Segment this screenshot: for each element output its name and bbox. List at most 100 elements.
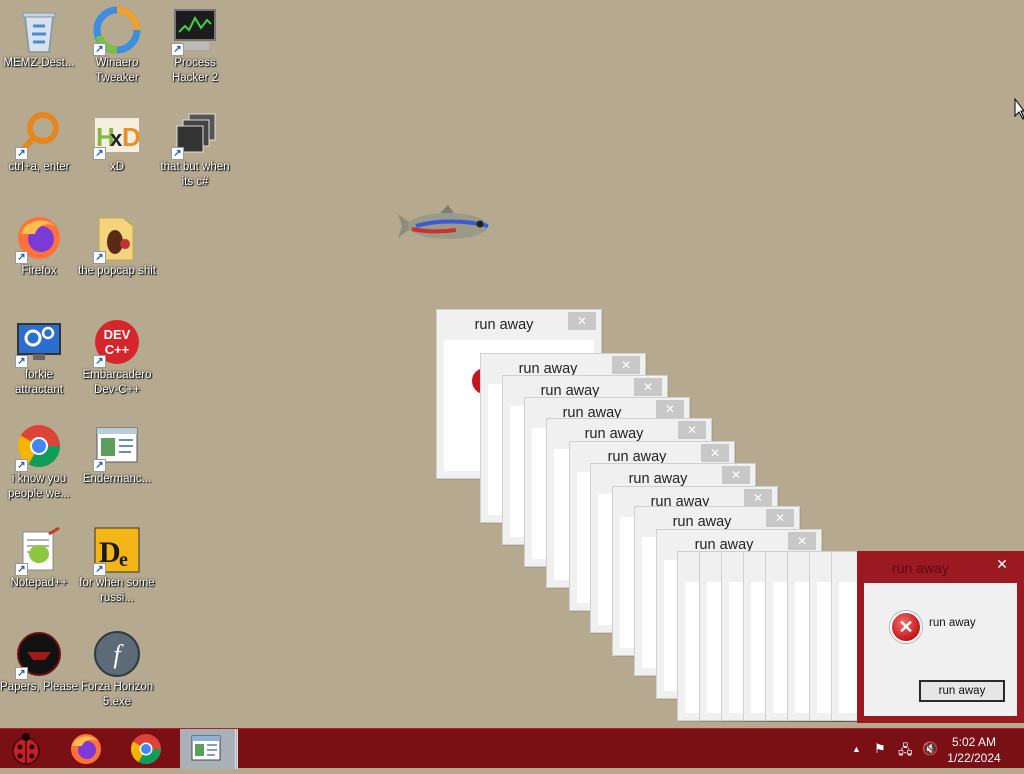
svg-text:D: D: [122, 122, 141, 152]
clock-date: 1/22/2024: [947, 751, 1001, 765]
monitor-gear-icon: ↗: [15, 318, 63, 368]
desktop-icon-process-hacker[interactable]: ↗ Process Hacker 2: [156, 0, 234, 86]
hxd-icon: H x D ↗: [93, 110, 141, 160]
close-icon[interactable]: ✕: [788, 532, 816, 550]
run-away-dialog-active[interactable]: run away ✕ ✕ run away run away: [857, 551, 1024, 723]
dialog-title: run away: [584, 426, 644, 442]
desktop-icon-forza-horizon[interactable]: f Forza Horizon 5.exe: [78, 624, 156, 710]
close-icon[interactable]: ✕: [568, 312, 596, 330]
neon-tetra-fish: [396, 204, 496, 248]
close-icon[interactable]: ✕: [987, 554, 1017, 574]
desktop-icon-notepad-plus-plus[interactable]: ↗ Notepad++: [0, 520, 78, 591]
magnifier-icon: ↗: [15, 110, 63, 160]
desktop-icon-popcap[interactable]: ↗ the popcap shit: [78, 208, 156, 279]
desktop[interactable]: MEMZ-Dest... ↗ ctrl+a, enter ↗ Firefox ↗…: [0, 0, 1024, 728]
desktop-icon-endermanch[interactable]: ↗ Endermanc...: [78, 416, 156, 487]
desktop-icon-xd[interactable]: H x D ↗ xD: [78, 104, 156, 175]
desktop-icon-label: xD: [109, 161, 125, 173]
taskbar-chrome[interactable]: [120, 729, 172, 769]
taskbar: ▲ ⚑ 🖧 🔇 5:02 AM 1/22/2024: [0, 728, 1024, 769]
desktop-icon-winaero-tweaker[interactable]: ↗ Winaero Tweaker: [78, 0, 156, 86]
clock-time: 5:02 AM: [951, 735, 997, 749]
error-icon: ✕: [890, 611, 922, 643]
winaero-tweaker-icon: ↗: [93, 6, 141, 56]
shortcut-arrow-icon: ↗: [15, 355, 28, 368]
chrome-icon: ↗: [15, 422, 63, 472]
close-icon[interactable]: ✕: [744, 489, 772, 507]
desktop-icon-label: Embarcadero Dev-C++: [82, 369, 152, 396]
desktop-icon-label: forkie attractant: [15, 369, 63, 396]
desktop-icon-label: i know you people we...: [7, 473, 70, 500]
desktop-icon-label: for when some russi...: [79, 577, 155, 604]
close-icon[interactable]: ✕: [678, 421, 706, 439]
dialog-message: run away: [929, 617, 976, 629]
shortcut-arrow-icon: ↗: [93, 251, 106, 264]
close-icon[interactable]: ✕: [612, 356, 640, 374]
taskbar-clock[interactable]: 5:02 AM 1/22/2024: [934, 734, 1014, 766]
show-hidden-icons-chevron[interactable]: ▲: [852, 744, 861, 754]
shortcut-arrow-icon: ↗: [171, 43, 184, 56]
mouse-cursor-icon: [1014, 97, 1024, 120]
desktop-icon-forkie-attractant[interactable]: ↗ forkie attractant: [0, 312, 78, 398]
shortcut-arrow-icon: ↗: [93, 355, 106, 368]
close-icon[interactable]: ✕: [766, 509, 794, 527]
action-center-flag-icon[interactable]: ⚑: [874, 741, 886, 757]
close-icon[interactable]: ✕: [722, 466, 750, 484]
shortcut-arrow-icon: ↗: [15, 251, 28, 264]
shortcut-arrow-icon: ↗: [93, 43, 106, 56]
dialog-title: run away: [892, 560, 949, 576]
desktop-icon-label: Endermanc...: [82, 473, 152, 485]
flash-player-icon: f: [93, 630, 141, 678]
desktop-icon-label: Forza Horizon 5.exe: [80, 681, 154, 708]
desktop-icon-papers-please[interactable]: ↗ Papers, Please: [0, 624, 78, 695]
dialog-title: run away: [672, 514, 732, 530]
firefox-icon: ↗: [15, 214, 63, 264]
close-icon[interactable]: ✕: [634, 378, 662, 396]
shortcut-arrow-icon: ↗: [15, 459, 28, 472]
window-app-icon: [191, 735, 221, 761]
desktop-icon-dev-cpp[interactable]: DEV C++ ↗ Embarcadero Dev-C++: [78, 312, 156, 398]
desktop-icon-csharp[interactable]: ↗ that but when its c#: [156, 104, 234, 190]
folder-icon: ↗: [93, 214, 141, 264]
desktop-icon-firefox[interactable]: ↗ Firefox: [0, 208, 78, 279]
notepad-plus-plus-icon: ↗: [15, 526, 63, 576]
dialog-body: ✕ run away run away: [864, 583, 1017, 716]
svg-text:DEV: DEV: [104, 327, 131, 342]
window-app-icon: ↗: [93, 422, 141, 472]
run-away-button[interactable]: run away: [919, 680, 1005, 702]
dialog-title: run away: [628, 471, 688, 487]
close-icon[interactable]: ✕: [656, 400, 684, 418]
desktop-icon-chrome-shortcut[interactable]: ↗ i know you people we...: [0, 416, 78, 502]
desktop-icon-ctrl-a-enter[interactable]: ↗ ctrl+a, enter: [0, 104, 78, 175]
desktop-icon-label: that but when its c#: [160, 161, 230, 188]
taskbar-firefox[interactable]: [60, 729, 112, 769]
ladybug-start-icon: [12, 733, 40, 765]
desktop-icon-label: MEMZ-Dest...: [3, 57, 75, 69]
shortcut-arrow-icon: ↗: [93, 459, 106, 472]
dialog-titlebar[interactable]: run away ✕: [437, 310, 601, 340]
process-hacker-icon: ↗: [171, 6, 219, 56]
desktop-icon-label: Winaero Tweaker: [95, 57, 139, 84]
taskbar-app-window[interactable]: [180, 729, 238, 769]
desktop-icon-memz[interactable]: MEMZ-Dest...: [0, 0, 78, 71]
dev-cpp-icon: DEV C++ ↗: [93, 318, 141, 368]
shortcut-arrow-icon: ↗: [15, 147, 28, 160]
shortcut-arrow-icon: ↗: [93, 147, 106, 160]
desktop-icon-label: the popcap shit: [78, 265, 157, 277]
shortcut-arrow-icon: ↗: [15, 563, 28, 576]
firefox-icon: [71, 734, 101, 764]
shortcut-arrow-icon: ↗: [93, 563, 106, 576]
start-button[interactable]: [0, 729, 52, 769]
chrome-icon: [130, 734, 161, 765]
desktop-icon-label: Papers, Please: [0, 681, 78, 693]
stacked-windows-icon: ↗: [171, 110, 219, 160]
recycle-bin-icon: [15, 6, 63, 54]
desktop-icon-label: ctrl+a, enter: [8, 161, 70, 173]
network-icon[interactable]: 🖧: [898, 741, 913, 763]
de-app-icon: D e ↗: [93, 526, 141, 576]
desktop-icon-label: Notepad++: [10, 577, 68, 589]
close-icon[interactable]: ✕: [701, 444, 729, 462]
desktop-icon-russian[interactable]: D e ↗ for when some russi...: [78, 520, 156, 606]
papers-please-icon: ↗: [15, 630, 63, 680]
shortcut-arrow-icon: ↗: [171, 147, 184, 160]
